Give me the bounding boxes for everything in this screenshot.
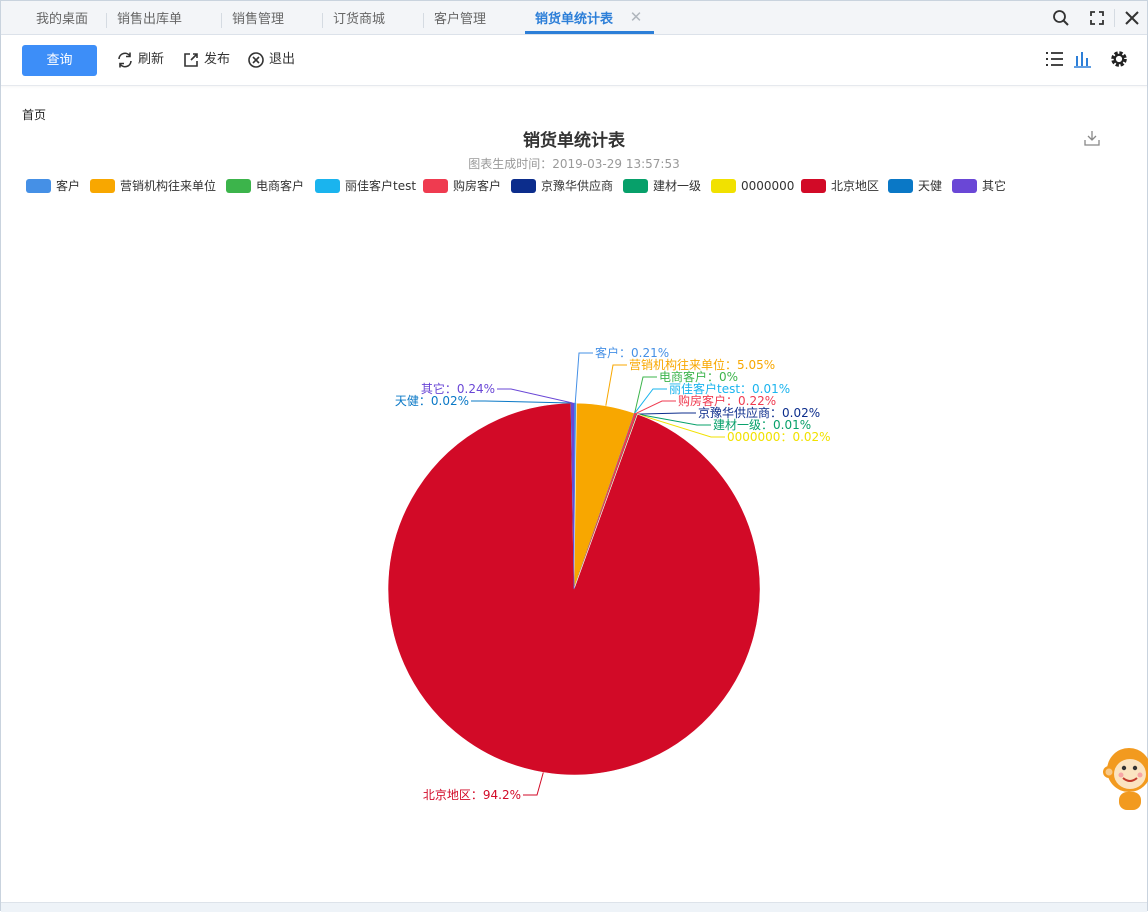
monkey-mascot-icon[interactable] <box>1103 740 1148 812</box>
pie-leader-line <box>523 772 544 796</box>
pie-data-label: 北京地区：94.2% <box>423 788 521 802</box>
pie-leader-line <box>497 388 573 404</box>
pie-chart: 客户：0.21%营销机构往来单位：5.05%电商客户：0%丽佳客户test：0.… <box>387 345 831 802</box>
pie-leader-line <box>637 412 696 415</box>
pie-data-label: 其它：0.24% <box>421 381 495 396</box>
pie-leader-line <box>635 400 676 414</box>
pie-leader-line <box>471 400 572 404</box>
pie-data-label: 天健：0.02% <box>395 394 469 408</box>
pie-data-label: 0000000：0.02% <box>727 430 831 444</box>
pie-leader-line <box>634 376 657 414</box>
pie-leader-line <box>574 352 593 404</box>
pie-leader-line <box>605 364 627 406</box>
